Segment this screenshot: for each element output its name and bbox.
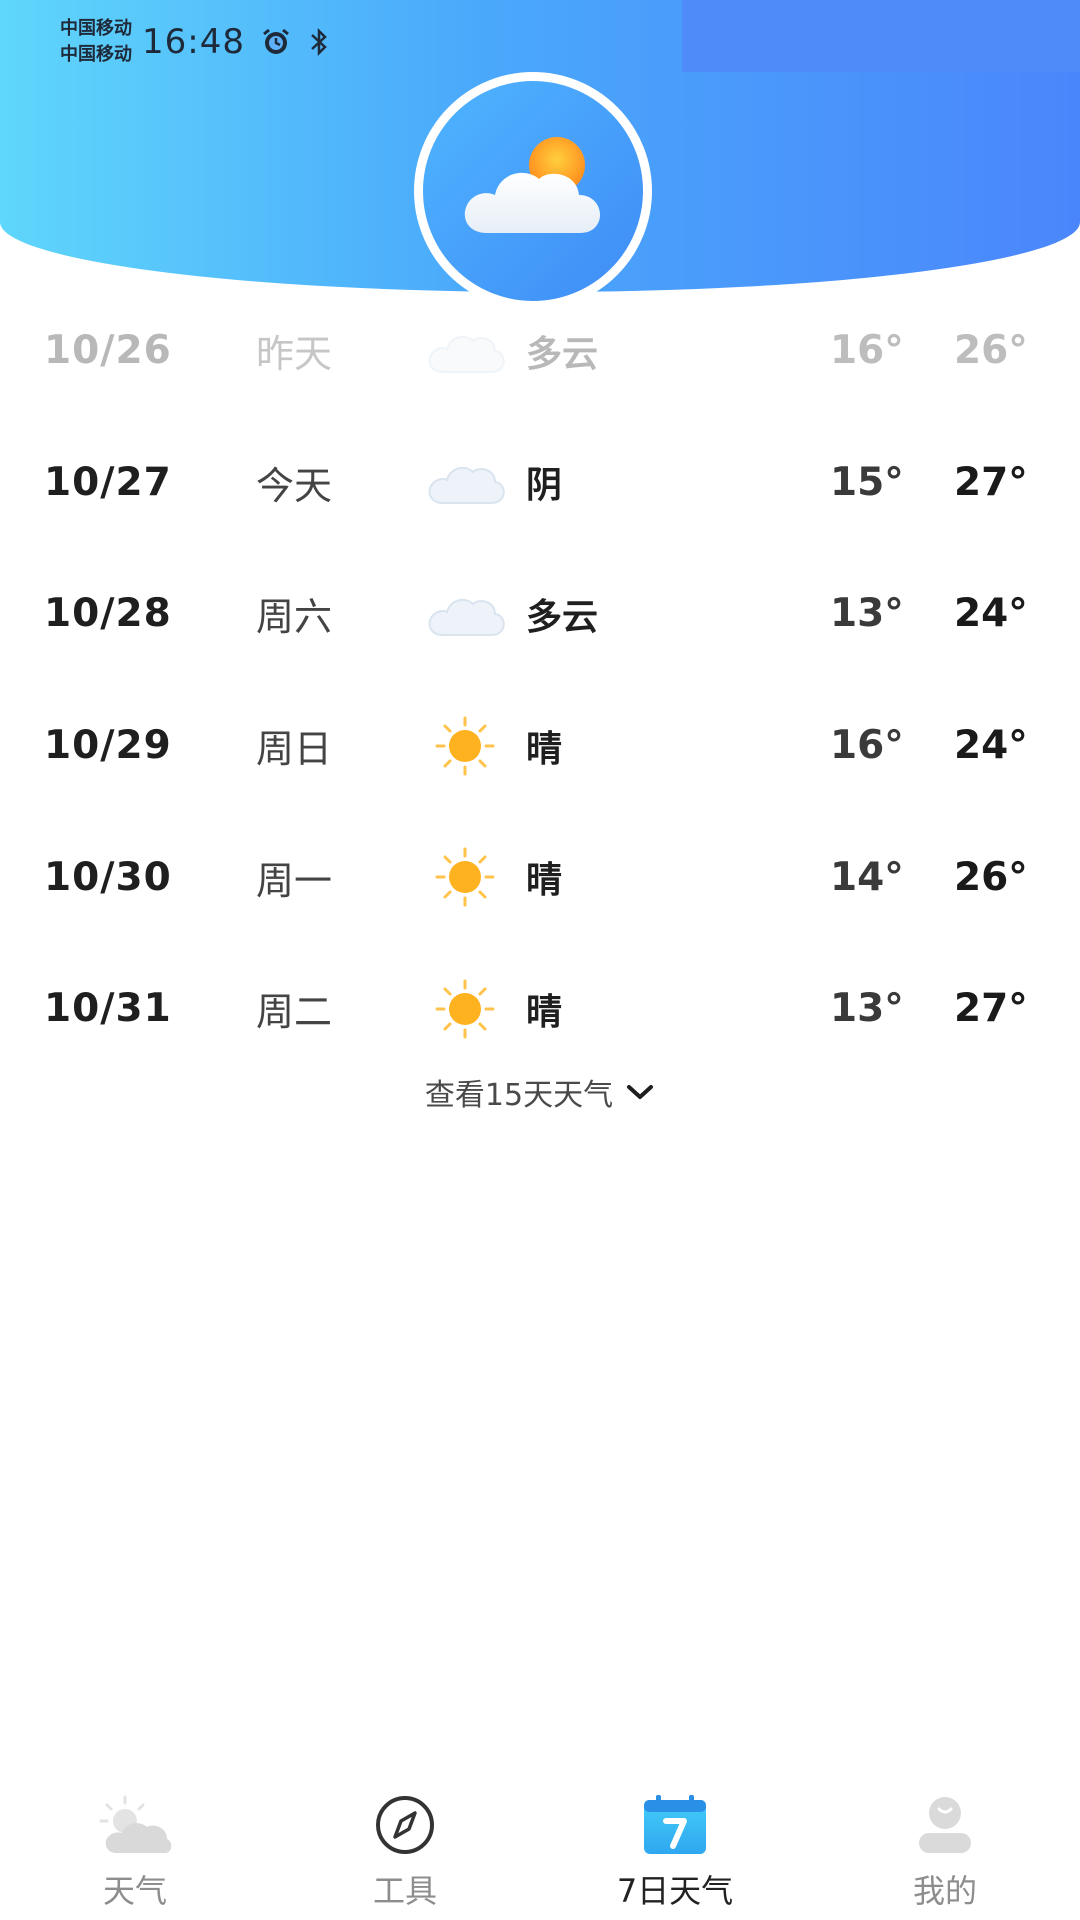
forecast-day: 今天 (256, 463, 333, 508)
forecast-low: 16° (830, 723, 904, 769)
forecast-high: 27° (954, 986, 1028, 1032)
forecast-date: 10/28 (44, 591, 172, 637)
carrier-1: 中国移动 (60, 18, 132, 39)
forecast-low: 16° (830, 328, 904, 374)
nav-item-weather[interactable]: 天气 (0, 1770, 270, 1920)
cloud-icon (424, 321, 506, 381)
forecast-row-2[interactable]: 10/28 周六 多云 13° 24° (0, 548, 1080, 680)
forecast-high: 26° (954, 328, 1028, 374)
forecast-day: 昨天 (256, 332, 333, 377)
nav-item-tools[interactable]: 工具 (270, 1770, 540, 1920)
calendar-7-icon (635, 1790, 715, 1860)
chevron-down-icon (625, 1081, 655, 1103)
forecast-row-4[interactable]: 10/30 周一 晴 14° 26° (0, 811, 1080, 943)
cloud-icon (424, 584, 506, 644)
sun-icon (424, 716, 506, 776)
forecast-condition: 晴 (526, 860, 563, 902)
sun-icon (424, 979, 506, 1039)
status-area-block (682, 0, 1080, 72)
nav-label: 天气 (102, 1872, 167, 1910)
forecast-low: 13° (830, 986, 904, 1032)
forecast-day: 周日 (256, 727, 333, 772)
forecast-high: 24° (954, 591, 1028, 637)
forecast-row-0[interactable]: 10/26 昨天 多云 16° 26° (0, 285, 1080, 417)
forecast-date: 10/30 (44, 854, 172, 900)
weather-icon (95, 1790, 175, 1860)
view-15-day-label: 查看15天天气 (424, 1078, 614, 1113)
forecast-date: 10/26 (44, 328, 172, 374)
sun-icon (424, 847, 506, 907)
carrier-2: 中国移动 (60, 44, 132, 65)
bluetooth-icon (307, 25, 331, 59)
nav-item-profile[interactable]: 我的 (810, 1770, 1080, 1920)
forecast-row-5[interactable]: 10/31 周二 晴 13° 27° (0, 943, 1080, 1075)
compass-icon (365, 1790, 445, 1860)
nav-label: 7日天气 (616, 1872, 734, 1910)
header-logo (414, 72, 652, 310)
header-banner: 中国移动 中国移动 16:48 (0, 0, 1080, 310)
forecast-low: 15° (830, 459, 904, 505)
forecast-row-3[interactable]: 10/29 周日 晴 16° 24° (0, 680, 1080, 812)
forecast-condition: 阴 (526, 465, 563, 507)
status-bar: 中国移动 中国移动 16:48 (60, 12, 331, 72)
alarm-icon (259, 25, 293, 59)
bottom-nav: 天气 工具 7日天气 我的 (0, 1770, 1080, 1920)
forecast-row-1[interactable]: 10/27 今天 阴 15° 27° (0, 417, 1080, 549)
forecast-date: 10/27 (44, 459, 172, 505)
carrier-labels: 中国移动 中国移动 (60, 16, 132, 68)
status-time: 16:48 (142, 22, 245, 62)
nav-label: 工具 (372, 1872, 437, 1910)
forecast-condition: 晴 (526, 991, 563, 1033)
cloud-sun-icon (453, 129, 613, 253)
forecast-high: 27° (954, 459, 1028, 505)
forecast-low: 13° (830, 591, 904, 637)
forecast-list: 10/26 昨天 多云 16° 26° 10/27 今天 阴 15° 27° 1… (0, 285, 1080, 1075)
forecast-day: 周二 (256, 990, 333, 1035)
forecast-condition: 晴 (526, 728, 563, 770)
forecast-low: 14° (830, 854, 904, 900)
profile-icon (905, 1790, 985, 1860)
forecast-high: 26° (954, 854, 1028, 900)
nav-label: 我的 (912, 1872, 977, 1910)
view-15-day-link[interactable]: 查看15天天气 (0, 1070, 1080, 1114)
forecast-date: 10/31 (44, 986, 172, 1032)
forecast-day: 周六 (256, 595, 333, 640)
forecast-condition: 多云 (526, 596, 599, 638)
nav-item-7day[interactable]: 7日天气 (540, 1770, 810, 1920)
forecast-condition: 多云 (526, 333, 599, 375)
cloud-icon (424, 452, 506, 512)
forecast-day: 周一 (256, 858, 333, 903)
forecast-high: 24° (954, 723, 1028, 769)
forecast-date: 10/29 (44, 723, 172, 769)
